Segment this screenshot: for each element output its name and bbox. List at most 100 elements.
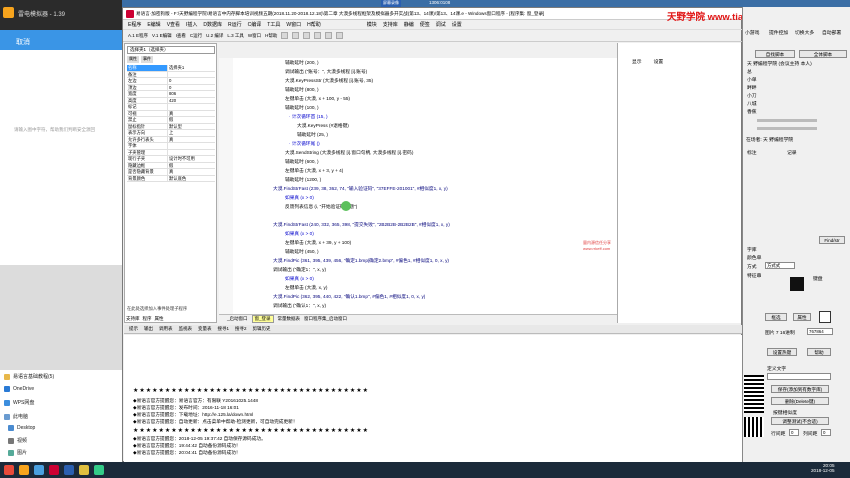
toolbar-button-icon[interactable] [336, 32, 344, 39]
menu-item[interactable]: 便签 [420, 21, 430, 28]
code-line[interactable]: 调试输出 ("账号：", 大漠多线程 [i].账号) [285, 69, 367, 75]
hex-input[interactable]: 767864 [807, 328, 833, 335]
top-item[interactable]: 自动部署 [822, 29, 841, 36]
tab-constants[interactable]: 常量数据表 [278, 316, 301, 322]
toolbar-button-icon[interactable] [314, 32, 322, 39]
property-value[interactable] [167, 71, 215, 77]
code-line[interactable]: 辅助延时 (450, ) [285, 249, 319, 255]
tab-window-module[interactable]: 窗口程序集_启动窗口 [304, 316, 347, 322]
member-item[interactable]: 天 野编程学院 (会议主持 本人) [747, 60, 812, 67]
member-item[interactable]: 小刀 [747, 92, 757, 99]
menu-item[interactable]: 模块 [367, 21, 377, 28]
property-value[interactable]: 假 [167, 162, 215, 168]
code-line[interactable]: 大漠.FindStrFast (239, 38, 362, 74, "输入验证码… [273, 186, 448, 192]
code-line[interactable]: 大漠.FindPic (362, 395, 440, 422, "确认1.bmp… [273, 294, 425, 300]
tab-login-window[interactable]: 窗_登录 [251, 315, 274, 323]
folder-icon[interactable] [79, 465, 89, 475]
code-line[interactable]: 大漠.KeyPress (#退格键) [297, 123, 349, 129]
tab-search1[interactable]: 搜寻1 [218, 326, 230, 332]
record-badge[interactable]: 屏幕录像 [381, 0, 401, 7]
code-editor[interactable]: 辅助延时 (200, ) 调试输出 ("账号：", 大漠多线程 [i].账号) … [233, 58, 617, 314]
property-value[interactable]: 设计时不可用 [167, 156, 215, 162]
cancel-button[interactable]: 取消 [16, 37, 30, 47]
property-row[interactable]: 背景颜色 默认底色 [127, 175, 215, 182]
users-label[interactable]: 标注 [747, 149, 757, 156]
help-button[interactable]: 帮助 [807, 348, 831, 356]
top-item[interactable]: 小游戏 [745, 29, 759, 36]
code-line[interactable]: 辅助延时 (1200, ) [285, 177, 321, 183]
tab-start-window[interactable]: _启动窗口 [227, 316, 248, 322]
property-value[interactable] [167, 149, 215, 155]
property-value[interactable]: 806 [167, 91, 215, 97]
member-item[interactable]: 小单 [747, 76, 757, 83]
menu-item[interactable]: 支持库 [383, 21, 398, 28]
toolbar-item[interactable]: I查看 [176, 33, 186, 39]
property-value[interactable]: 选择夹1 [167, 65, 215, 71]
menu-item[interactable]: R运行 [228, 21, 242, 28]
record-label[interactable]: 记录 [787, 149, 797, 156]
top-item[interactable]: 提件控加 [769, 29, 788, 36]
toolbar-item[interactable]: L.3 工具 [227, 33, 244, 39]
file-item[interactable]: 易语言基础教程(5) [4, 373, 54, 380]
delete-button[interactable]: 删除(Delete键) [771, 397, 829, 405]
settings-tab[interactable]: 设置 [654, 58, 664, 65]
toolbar-button-icon[interactable] [303, 32, 311, 39]
start-icon[interactable] [4, 465, 14, 475]
menu-item[interactable]: E程序 [128, 21, 141, 28]
code-line[interactable]: 调试输出 ("确认1：", x, y) [273, 303, 326, 309]
property-value[interactable]: 真 [167, 110, 215, 116]
mic-slider[interactable] [757, 127, 817, 130]
member-item[interactable]: 香蕉 [747, 108, 757, 115]
property-value[interactable] [167, 143, 215, 149]
frame-select-button[interactable]: 框选 [765, 313, 787, 321]
tab-search2[interactable]: 搜寻2 [235, 326, 247, 332]
tab-events[interactable]: 事件 [141, 56, 153, 63]
save-button[interactable]: 保存(添加到有数字库) [771, 385, 829, 393]
col-gap-input[interactable]: 0 [821, 429, 831, 436]
property-value[interactable]: 假 [167, 117, 215, 123]
code-line[interactable]: 如果真 (x > 0) [285, 276, 314, 282]
output-panel[interactable]: ★★★★★★★★★★★★★★★★★★★★★★★★★★★★★★★★★★★★★ ◆易… [124, 335, 742, 462]
property-value[interactable]: 真 [167, 169, 215, 175]
tab-output[interactable]: 输出 [144, 326, 153, 332]
event-hint[interactable]: 在此处选择加入事件处理子程序 [127, 306, 187, 312]
all-script-button[interactable]: 全体脚本 [799, 50, 847, 58]
menu-item[interactable]: T工具 [267, 21, 280, 28]
property-value[interactable]: 默认型 [167, 123, 215, 129]
emulator-icon[interactable] [19, 465, 29, 475]
property-value[interactable]: 上 [167, 130, 215, 136]
tab-support-lib[interactable]: 支持库 [126, 316, 140, 322]
row-gap-input[interactable]: 0 [789, 429, 799, 436]
member-item[interactable]: 八城 [747, 100, 757, 107]
code-line[interactable]: · 计次循环尾 () [289, 141, 320, 147]
emulator-input-area[interactable] [0, 50, 122, 265]
find-button[interactable]: Find/str [819, 236, 845, 244]
component-selector[interactable]: 选择夹1（选择夹） [127, 46, 215, 54]
tab-variables[interactable]: 变量表 [198, 326, 212, 332]
tab-property[interactable]: 属性 [155, 316, 164, 322]
file-item[interactable]: 图片 [8, 449, 27, 456]
menu-item[interactable]: 调试 [436, 21, 446, 28]
code-line[interactable]: 如果真 (x > 0) [285, 231, 314, 237]
menu-item[interactable]: V查看 [167, 21, 180, 28]
property-value[interactable]: 真 [167, 136, 215, 142]
toolbar-button-icon[interactable] [292, 32, 300, 39]
code-line[interactable]: 调试输出 ("确定1：", x, y) [273, 267, 326, 273]
property-value[interactable]: 420 [167, 97, 215, 103]
menu-item[interactable]: H帮助 [307, 21, 321, 28]
property-value[interactable]: 0 [167, 78, 215, 84]
code-line[interactable]: 辅助延时 (200, ) [285, 60, 319, 66]
file-item[interactable]: OneDrive [4, 386, 34, 392]
mode-select[interactable]: 方式式 [765, 262, 795, 269]
toolbar-button-icon[interactable] [281, 32, 289, 39]
toolbar-item[interactable]: W窗口 [248, 33, 261, 39]
tab-call-table[interactable]: 调用表 [159, 326, 173, 332]
code-line[interactable]: 大漠.FindPic (361, 395, 439, 456, "确定1.bmp… [273, 258, 449, 264]
toolbar-item[interactable]: A.1 E程序 [128, 33, 148, 39]
crosshair-icon[interactable] [819, 311, 831, 323]
property-button[interactable]: 属性 [793, 313, 811, 321]
display-tab[interactable]: 显示 [632, 58, 642, 65]
menu-item[interactable]: I插入 [186, 21, 197, 28]
toolbar-item[interactable]: H帮助 [265, 33, 277, 39]
file-item[interactable]: Desktop [8, 425, 35, 431]
